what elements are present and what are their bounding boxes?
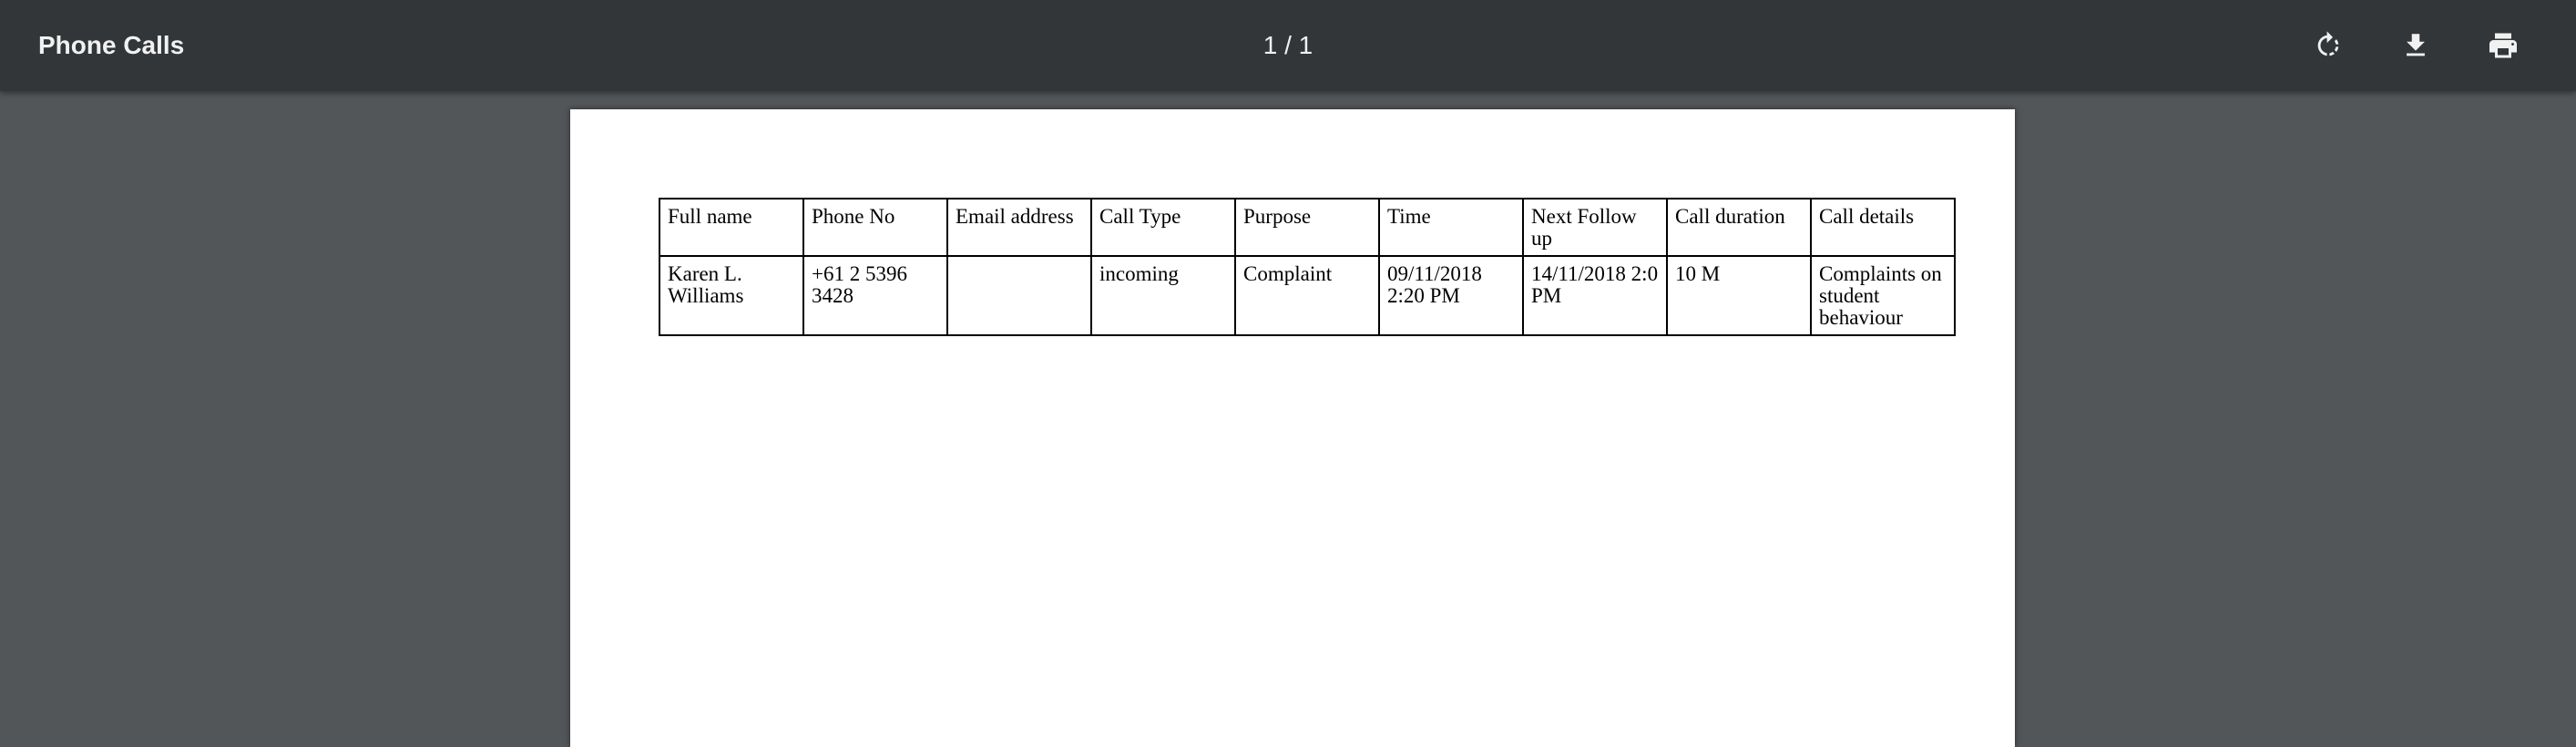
document-page: Full name Phone No Email address Call Ty… [570,109,2015,747]
cell-purpose: Complaint [1234,255,1380,336]
header-purpose: Purpose [1234,198,1380,257]
header-next-follow-up: Next Follow up [1522,198,1668,257]
header-full-name: Full name [659,198,804,257]
cell-call-duration: 10 M [1666,255,1812,336]
rotate-icon [2313,30,2344,61]
cell-phone-no: +61 2 5396 3428 [802,255,948,336]
header-time: Time [1378,198,1524,257]
print-button[interactable] [2476,18,2530,73]
download-icon [2400,30,2431,61]
header-call-details: Call details [1810,198,1956,257]
page-indicator: 1 / 1 [1262,31,1314,59]
viewer-toolbar: Phone Calls 1 / 1 [0,0,2576,91]
table-row: Karen L. Williams +61 2 5396 3428 incomi… [659,255,1956,336]
cell-call-type: incoming [1090,255,1236,336]
phone-calls-table: Full name Phone No Email address Call Ty… [659,198,1956,336]
header-call-duration: Call duration [1666,198,1812,257]
cell-email-address [946,255,1092,336]
download-button[interactable] [2388,18,2443,73]
rotate-button[interactable] [2301,18,2356,73]
table-header-row: Full name Phone No Email address Call Ty… [659,198,1956,257]
cell-full-name: Karen L. Williams [659,255,804,336]
header-call-type: Call Type [1090,198,1236,257]
header-phone-no: Phone No [802,198,948,257]
header-email-address: Email address [946,198,1092,257]
cell-next-follow-up: 14/11/2018 2:0 PM [1522,255,1668,336]
document-title: Phone Calls [38,31,185,59]
print-icon [2487,29,2520,62]
cell-call-details: Complaints on student behaviour [1810,255,1956,336]
cell-time: 09/11/2018 2:20 PM [1378,255,1524,336]
